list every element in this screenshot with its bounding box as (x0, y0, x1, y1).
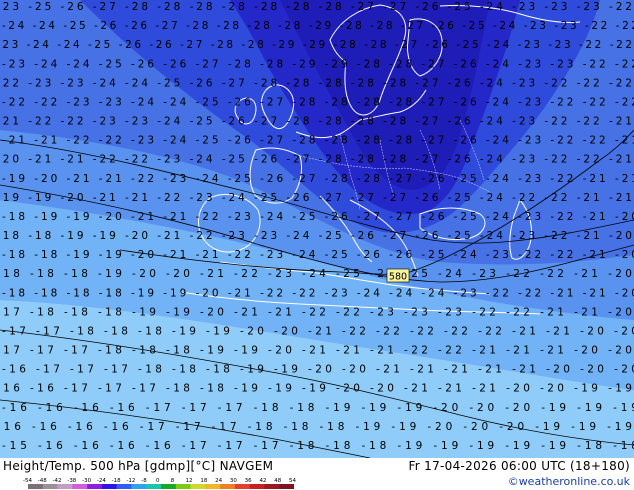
temperature-row: -24 -24 -25 -26 -26 -27 -28 -28 -28 -28 … (2, 20, 634, 32)
colorbar-segment (175, 484, 191, 489)
colorbar-segment (249, 484, 265, 489)
temperature-row: -16 -17 -17 -17 -18 -18 -18 -19 -19 -20 … (2, 364, 634, 376)
contour-label: 580 (389, 272, 407, 283)
colorbar-segment (220, 484, 236, 489)
colorbar-segment (87, 484, 103, 489)
colorbar-segment (57, 484, 73, 489)
colorbar-segment (146, 484, 162, 489)
colorbar-segment (116, 484, 132, 489)
temperature-row: -17 -17 -18 -18 -18 -19 -19 -20 -20 -21 … (2, 325, 634, 337)
colorbar-segment (72, 484, 88, 489)
colorbar-segment (131, 484, 147, 489)
colorbar-segment (279, 484, 294, 489)
colorbar-segment (264, 484, 280, 489)
temperature-map: -23 -25 -26 -27 -28 -28 -28 -28 -28 -28 … (0, 0, 634, 458)
colorbar-segment (101, 484, 117, 489)
contour-label-box: 580 (386, 268, 410, 283)
colorbar-segment (234, 484, 250, 489)
colorbar-segment (205, 484, 221, 489)
footer: Height/Temp. 500 hPa [gdmp][°C] NAVGEM F… (0, 458, 634, 490)
colorbar-segment (190, 484, 206, 489)
colorbar (28, 484, 294, 489)
colorbar-segment (28, 484, 44, 489)
colorbar-segment (161, 484, 177, 489)
map-title: Height/Temp. 500 hPa [gdmp][°C] NAVGEM (3, 459, 274, 473)
forecast-datetime: Fr 17-04-2026 06:00 UTC (18+180) (408, 459, 630, 473)
colorbar-segment (42, 484, 58, 489)
credit-link[interactable]: ©weatheronline.co.uk (508, 475, 630, 488)
